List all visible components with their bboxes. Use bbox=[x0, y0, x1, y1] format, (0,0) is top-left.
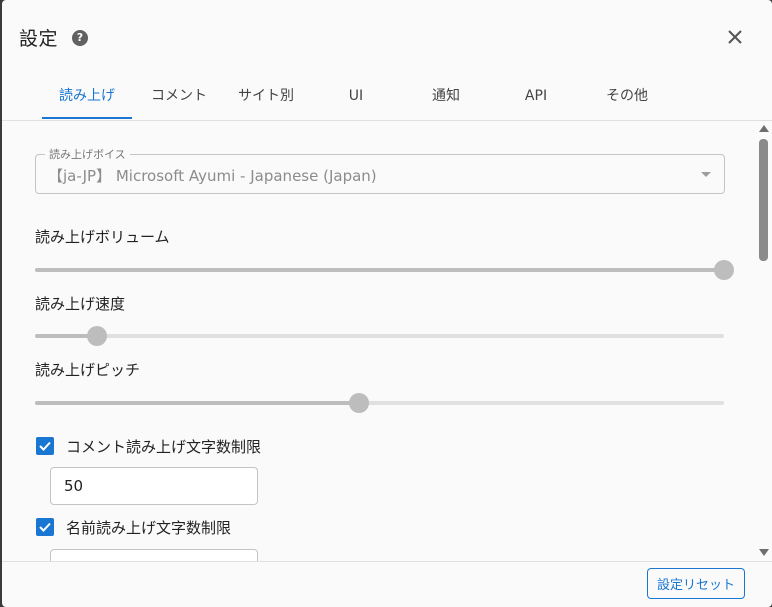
checkmark-icon bbox=[39, 522, 51, 532]
slider-fill bbox=[35, 268, 724, 272]
name-limit-label: 名前読み上げ文字数制限 bbox=[66, 519, 232, 537]
tab-api[interactable]: API bbox=[500, 74, 572, 118]
comment-limit-checkbox[interactable] bbox=[36, 437, 54, 455]
help-icon[interactable]: ? bbox=[72, 30, 88, 46]
tab-site[interactable]: サイト別 bbox=[226, 74, 306, 118]
pitch-label: 読み上げピッチ bbox=[35, 361, 141, 379]
name-limit-input[interactable] bbox=[50, 549, 258, 561]
tab-bar: 読み上げ コメント サイト別 UI 通知 API その他 bbox=[2, 74, 772, 120]
footer-divider bbox=[2, 561, 772, 562]
active-tab-indicator bbox=[42, 117, 132, 119]
volume-label: 読み上げボリューム bbox=[35, 228, 170, 246]
tab-reading[interactable]: 読み上げ bbox=[42, 74, 132, 118]
checkmark-icon bbox=[39, 441, 51, 451]
slider-fill bbox=[35, 401, 359, 405]
tab-comment[interactable]: コメント bbox=[136, 74, 222, 118]
pitch-slider[interactable] bbox=[35, 393, 724, 413]
voice-select-label: 読み上げボイス bbox=[45, 146, 130, 162]
tab-ui[interactable]: UI bbox=[320, 74, 392, 118]
speed-label: 読み上げ速度 bbox=[35, 295, 126, 313]
slider-thumb[interactable] bbox=[714, 260, 734, 280]
slider-thumb[interactable] bbox=[348, 393, 369, 413]
volume-slider[interactable] bbox=[35, 260, 734, 280]
slider-rail bbox=[35, 334, 724, 338]
settings-dialog: 設定 ? 読み上げ コメント サイト別 UI 通知 API その他 【ja-JP… bbox=[2, 0, 772, 607]
tab-notification[interactable]: 通知 bbox=[410, 74, 482, 118]
dialog-title: 設定 bbox=[19, 28, 59, 50]
dropdown-arrow-icon bbox=[701, 172, 711, 177]
name-limit-checkbox[interactable] bbox=[36, 518, 54, 536]
voice-select[interactable]: 【ja-JP】 Microsoft Ayumi - Japanese (Japa… bbox=[35, 154, 725, 194]
reset-settings-button[interactable]: 設定リセット bbox=[647, 568, 745, 599]
close-button[interactable] bbox=[720, 22, 750, 52]
settings-content: 【ja-JP】 Microsoft Ayumi - Japanese (Japa… bbox=[2, 121, 754, 561]
comment-limit-input[interactable] bbox=[50, 467, 258, 505]
scroll-thumb[interactable] bbox=[759, 139, 768, 261]
scrollbar[interactable] bbox=[756, 121, 772, 561]
scroll-down-arrow-icon[interactable] bbox=[759, 549, 769, 556]
voice-select-value: 【ja-JP】 Microsoft Ayumi - Japanese (Japa… bbox=[48, 167, 377, 185]
close-icon bbox=[728, 30, 742, 44]
tab-other[interactable]: その他 bbox=[590, 74, 664, 118]
slider-thumb[interactable] bbox=[87, 326, 107, 346]
comment-limit-label: コメント読み上げ文字数制限 bbox=[66, 438, 262, 456]
scroll-up-arrow-icon[interactable] bbox=[759, 125, 769, 132]
speed-slider[interactable] bbox=[35, 326, 724, 346]
